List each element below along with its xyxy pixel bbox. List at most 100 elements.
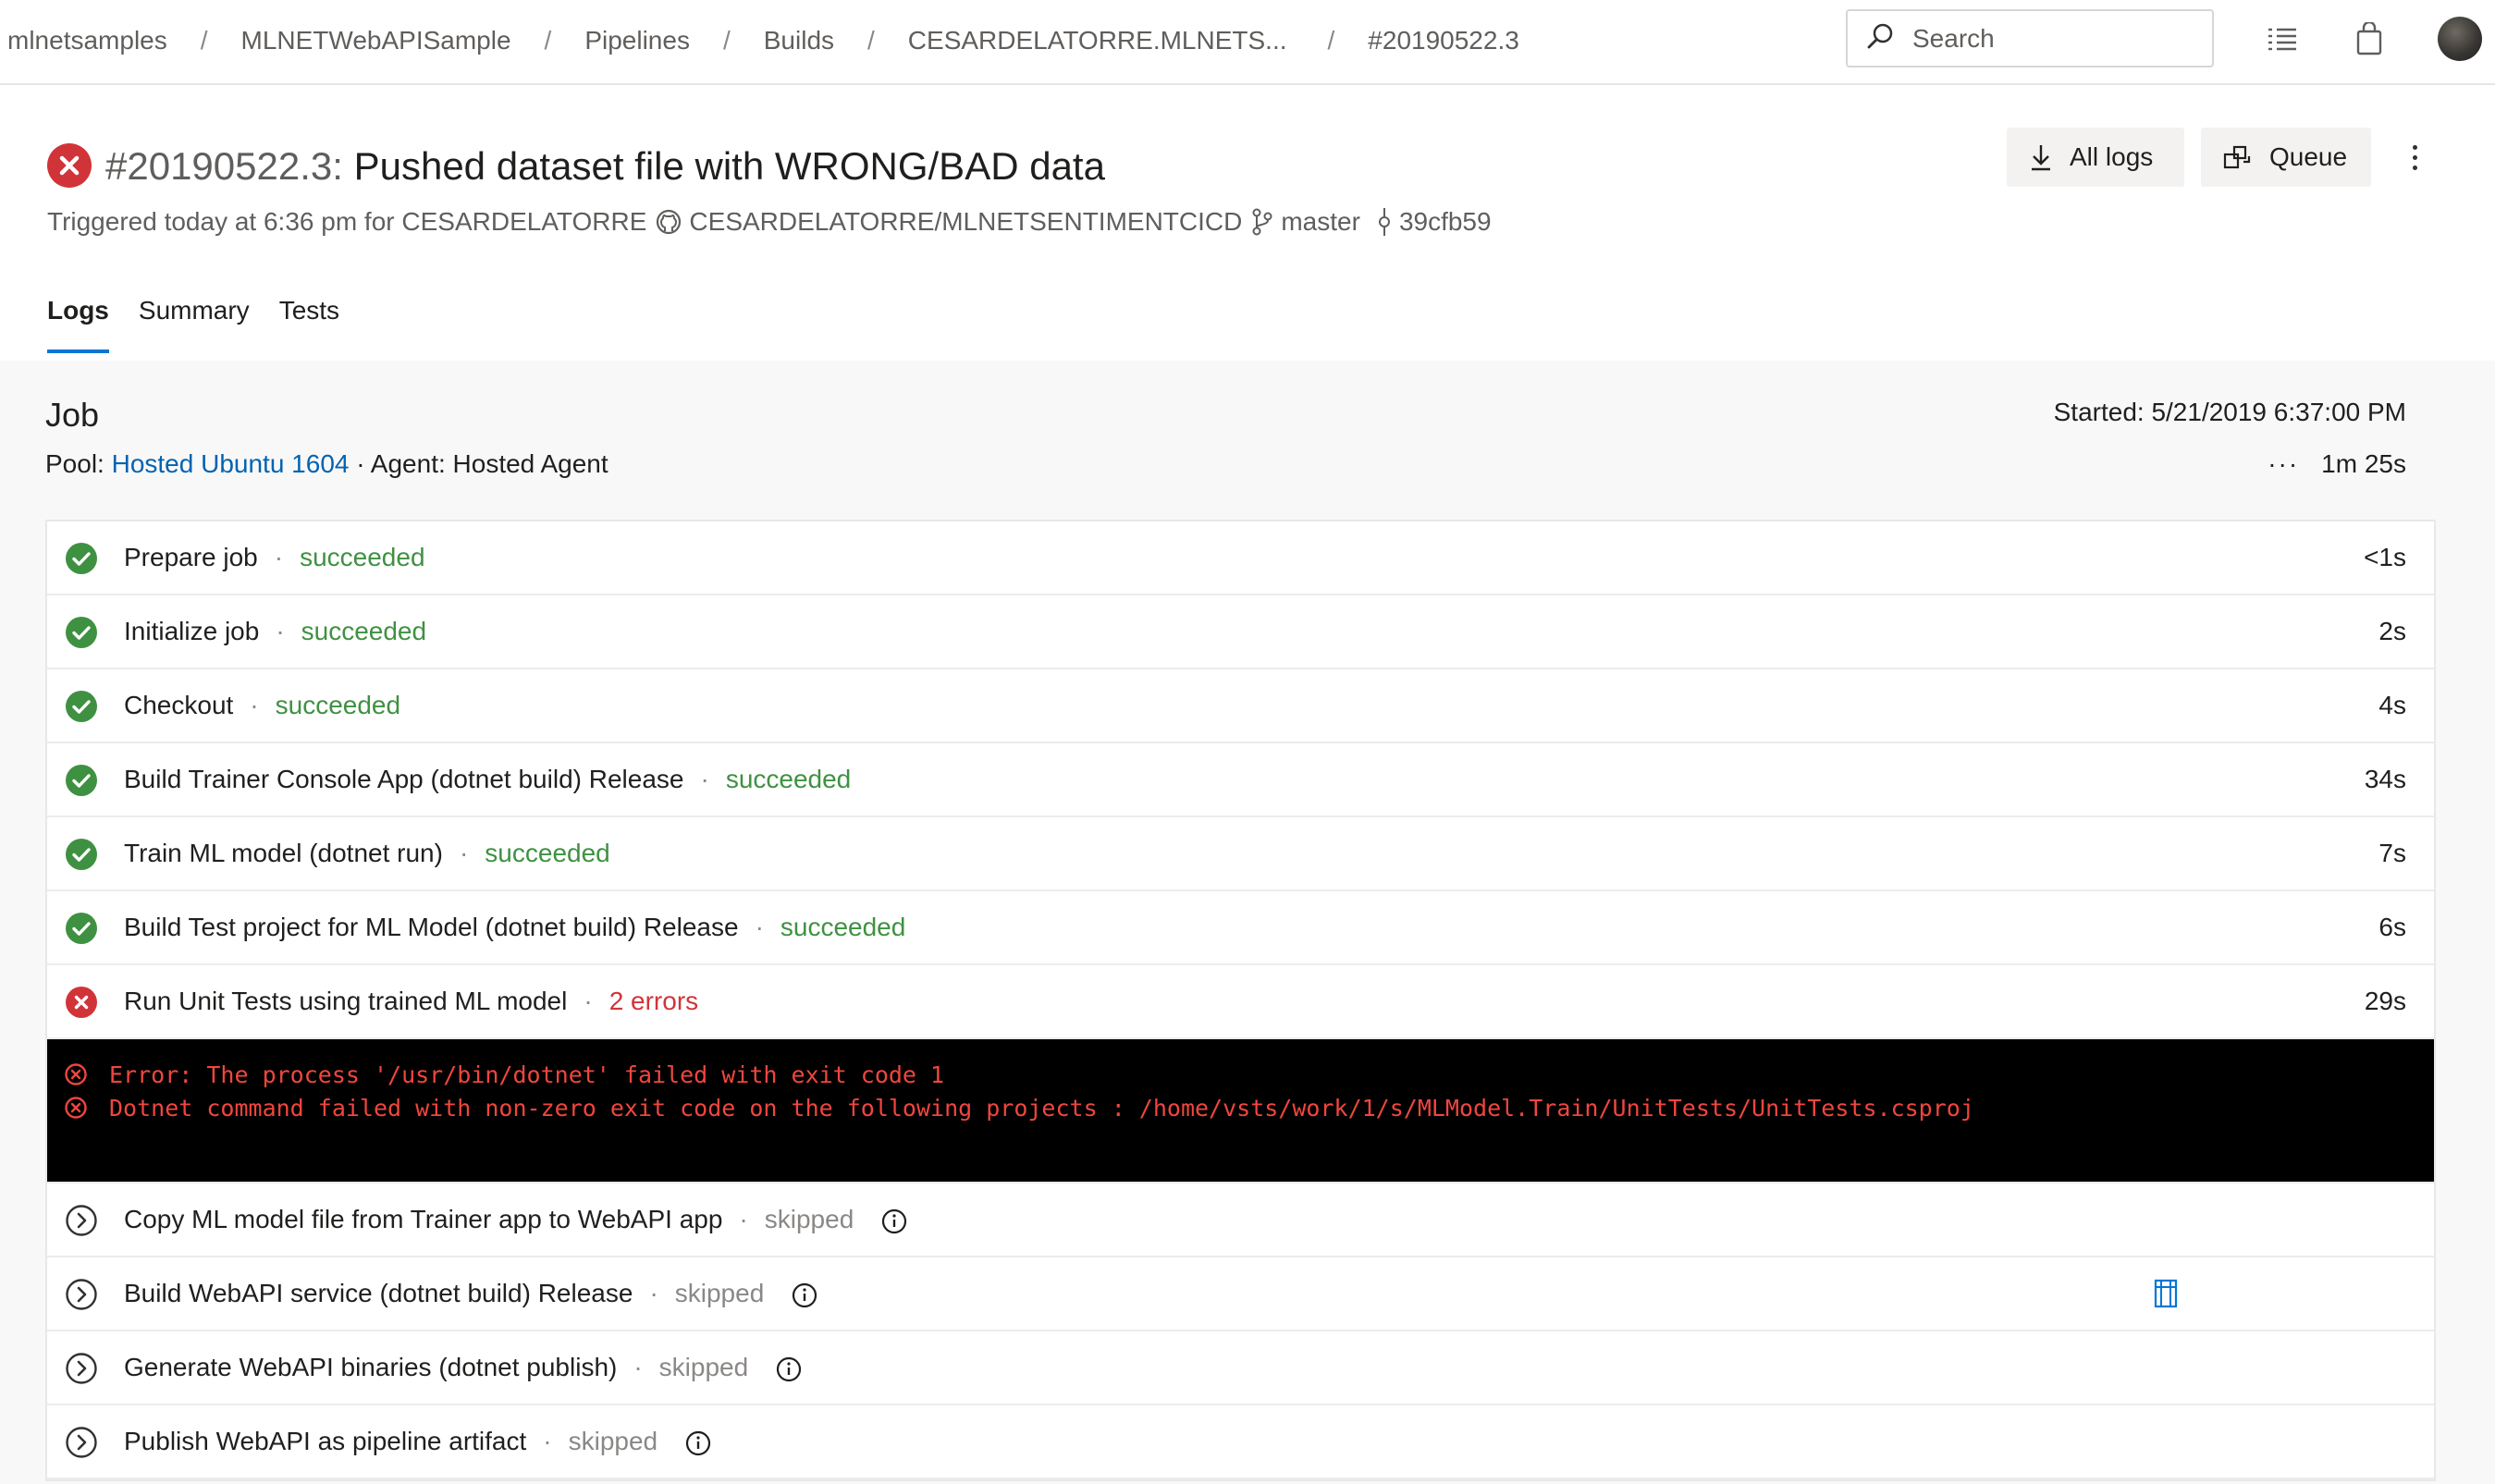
breadcrumb-separator: / [200,26,208,55]
step-separator: · [649,1279,658,1307]
all-logs-button[interactable]: All logs [2007,128,2184,187]
step-separator: · [459,839,469,867]
pool-label: Pool: [45,449,104,478]
step-row-failed[interactable]: Run Unit Tests using trained ML model · 2 … [47,965,2434,1039]
breadcrumb-item-pipelines[interactable]: Pipelines [584,26,690,55]
download-icon [2029,143,2053,171]
step-row[interactable]: Train ML model (dotnet run) · succeeded 7s [47,817,2434,891]
console-error-text: Error: The process '/usr/bin/dotnet' fai… [109,1061,945,1088]
step-separator: · [700,765,709,793]
step-separator: · [250,691,259,719]
shopping-bag-icon[interactable] [2349,18,2390,59]
breadcrumb-separator: / [1327,26,1335,55]
success-check-icon [66,543,97,574]
breadcrumb-separator: / [867,26,875,55]
step-status: succeeded [300,543,425,571]
job-started-time: Started: 5/21/2019 6:37:00 PM [2053,398,2406,426]
avatar[interactable] [2438,17,2482,61]
pool-link[interactable]: Hosted Ubuntu 1604 [112,449,350,478]
info-icon[interactable] [685,1430,711,1456]
info-icon[interactable] [776,1356,802,1382]
step-row[interactable]: Build Test project for ML Model (dotnet … [47,891,2434,965]
step-duration: 6s [2378,913,2406,941]
document-icon[interactable] [2153,1278,2179,1309]
step-row[interactable]: Build Trainer Console App (dotnet build)… [47,743,2434,817]
console-error-text: Dotnet command failed with non-zero exit… [109,1094,1974,1122]
job-pool-info: Pool: Hosted Ubuntu 1604 · Agent: Hosted… [45,449,608,479]
step-duration: 34s [2364,765,2406,793]
build-failed-status-icon [47,143,92,188]
breadcrumb-separator: / [544,26,552,55]
step-status: succeeded [780,913,906,941]
success-check-icon [66,765,97,796]
tab-tests[interactable]: Tests [279,296,339,342]
step-status: succeeded [485,839,610,867]
step-name: Prepare job [124,543,258,571]
github-icon [656,209,682,235]
step-row-skipped[interactable]: Generate WebAPI binaries (dotnet publish… [47,1331,2434,1405]
repository-link[interactable]: CESARDELATORRE/MLNETSENTIMENTCICD [689,207,1242,237]
skipped-chevron-icon [66,1353,97,1384]
step-name: Train ML model (dotnet run) [124,839,443,867]
breadcrumb-item-organization[interactable]: mlnetsamples [7,26,167,55]
success-check-icon [66,691,97,722]
breadcrumb: mlnetsamples / MLNETWebAPISample / Pipel… [7,0,1519,81]
skipped-chevron-icon [66,1205,97,1236]
breadcrumb-item-project[interactable]: MLNETWebAPISample [241,26,511,55]
error-console-output: Error: The process '/usr/bin/dotnet' fai… [47,1039,2434,1184]
job-more-options[interactable]: ··· [2268,449,2299,479]
queue-label: Queue [2269,142,2348,171]
success-check-icon [66,617,97,648]
breadcrumb-item-builds[interactable]: Builds [764,26,834,55]
search-box[interactable]: Search [1846,9,2214,67]
step-status: skipped [568,1427,658,1455]
tab-summary[interactable]: Summary [139,296,250,342]
branch-name[interactable]: master [1281,207,1360,237]
job-duration: ··· 1m 25s [2268,449,2406,479]
step-row[interactable]: Checkout · succeeded 4s [47,669,2434,743]
step-name: Checkout [124,691,234,719]
breadcrumb-item-build-number[interactable]: #20190522.3 [1368,26,1519,55]
step-status: succeeded [301,617,427,645]
page-title: #20190522.3: Pushed dataset file with WR… [105,139,1105,194]
info-icon[interactable] [792,1282,817,1308]
commit-hash[interactable]: 39cfb59 [1399,207,1492,237]
step-name: Publish WebAPI as pipeline artifact [124,1427,527,1455]
branch-icon [1251,208,1273,236]
step-status: skipped [674,1279,765,1307]
job-duration-value: 1m 25s [2321,449,2406,478]
console-error-line[interactable]: Error: The process '/usr/bin/dotnet' fai… [47,1058,2434,1091]
job-steps-list: Prepare job · succeeded <1s Initialize job… [45,520,2436,1481]
search-input[interactable]: Search [1912,24,1995,54]
step-error-count[interactable]: 2 errors [609,987,698,1015]
step-name: Run Unit Tests using trained ML model [124,987,568,1015]
step-separator: · [584,987,593,1015]
job-title: Job [45,396,100,434]
trigger-text: Triggered today at 6:36 pm for CESARDELA… [47,207,647,236]
console-error-line[interactable]: Dotnet command failed with non-zero exit… [47,1091,2434,1124]
queue-button[interactable]: Queue [2201,128,2371,187]
step-row[interactable]: Prepare job · succeeded <1s [47,521,2434,595]
info-icon[interactable] [881,1208,907,1234]
step-name: Initialize job [124,617,260,645]
step-separator: · [755,913,764,941]
step-name: Copy ML model file from Trainer app to W… [124,1205,723,1233]
skipped-chevron-icon [66,1279,97,1310]
tab-logs[interactable]: Logs [47,296,109,353]
build-trigger-info: Triggered today at 6:36 pm for CESARDELA… [47,207,1492,237]
build-message: Pushed dataset file with WRONG/BAD data [353,144,1105,188]
step-row[interactable]: Initialize job · succeeded 2s [47,595,2434,669]
more-options-icon[interactable] [2401,137,2428,178]
top-navigation-bar: mlnetsamples / MLNETWebAPISample / Pipel… [0,0,2495,85]
step-row-skipped[interactable]: Build WebAPI service (dotnet build) Rele… [47,1257,2434,1331]
step-row-skipped[interactable]: Copy ML model file from Trainer app to W… [47,1184,2434,1257]
step-name: Generate WebAPI binaries (dotnet publish… [124,1353,618,1381]
step-separator: · [633,1353,643,1381]
breadcrumb-item-pipeline-definition[interactable]: CESARDELATORRE.MLNETS... [908,26,1287,55]
step-row-skipped[interactable]: Publish WebAPI as pipeline artifact · skip… [47,1405,2434,1479]
step-duration: <1s [2364,543,2406,571]
list-icon[interactable] [2262,18,2303,59]
step-separator: · [739,1205,748,1233]
step-status: skipped [658,1353,749,1381]
agent-info: · Agent: Hosted Agent [356,449,608,478]
